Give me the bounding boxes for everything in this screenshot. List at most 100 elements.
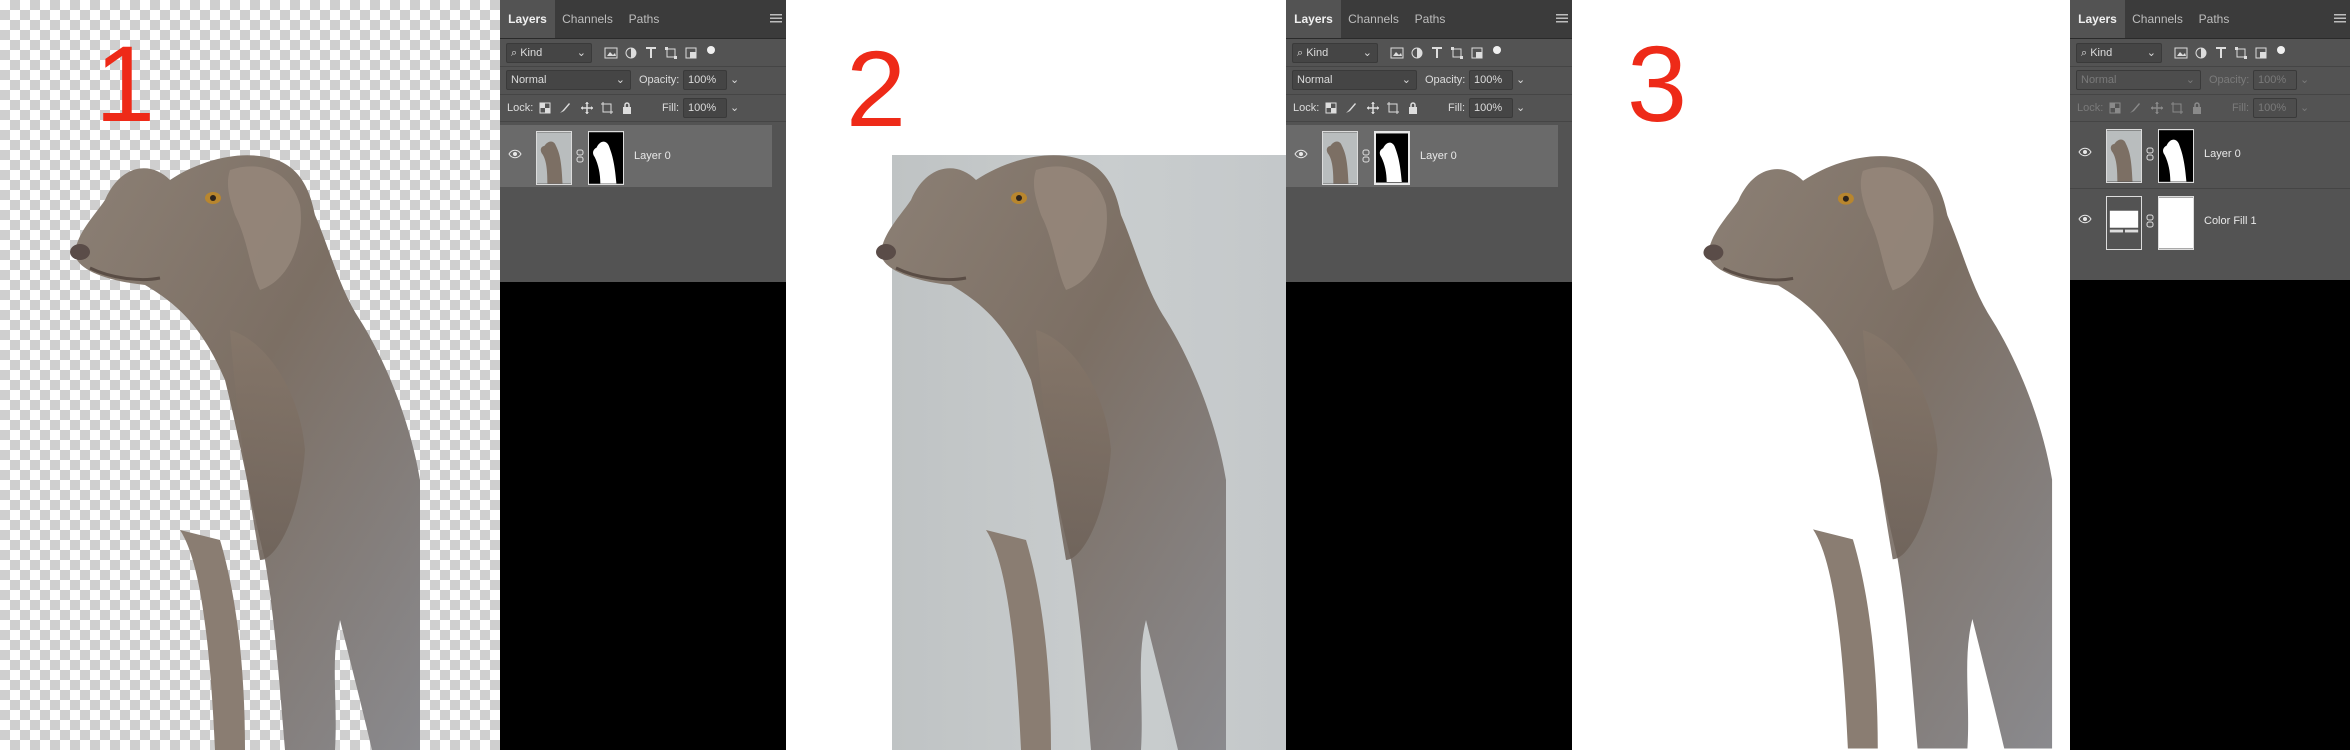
blend-mode-select[interactable]: Normal ⌄: [506, 70, 631, 90]
layer-row[interactable]: Layer 0: [500, 125, 772, 187]
layer-name[interactable]: Layer 0: [2204, 123, 2241, 185]
fill-dropdown-icon[interactable]: ⌄: [730, 96, 739, 120]
lock-artboard-icon[interactable]: [1386, 101, 1400, 115]
lock-all-icon[interactable]: [620, 101, 634, 115]
divider: [500, 121, 786, 122]
shape-filter-icon[interactable]: [2234, 46, 2248, 60]
fill-dropdown-icon[interactable]: ⌄: [2300, 96, 2309, 120]
opacity-dropdown-icon[interactable]: ⌄: [730, 68, 739, 92]
lock-artboard-icon[interactable]: [600, 101, 614, 115]
tab-channels[interactable]: Channels: [555, 0, 620, 38]
tab-layers[interactable]: Layers: [1286, 0, 1341, 38]
lock-position-move-icon[interactable]: [1366, 101, 1380, 115]
opacity-input[interactable]: 100%: [683, 70, 727, 90]
layer-name[interactable]: Layer 0: [634, 125, 671, 187]
lock-all-icon[interactable]: [1406, 101, 1420, 115]
mask-link-chain-icon[interactable]: [2146, 147, 2154, 161]
filter-toggle-icon[interactable]: [2274, 43, 2288, 57]
mask-link-chain-icon[interactable]: [576, 149, 584, 163]
lock-transparency-icon[interactable]: [538, 101, 552, 115]
visibility-eye-icon[interactable]: [2078, 147, 2092, 157]
fill-value: 100%: [1474, 102, 1503, 114]
fill-input[interactable]: 100%: [1469, 98, 1513, 118]
shape-filter-icon[interactable]: [664, 46, 678, 60]
layers-panel: Layers Channels Paths ⌕ Kind ⌄ Normal ⌄ Op…: [500, 0, 786, 282]
layer-row[interactable]: Layer 0: [1286, 125, 1558, 187]
blend-row: Normal ⌄ Opacity: 100% ⌄: [2070, 68, 2350, 92]
dog-cutout-on-white-image: [1701, 154, 2054, 750]
lock-position-move-icon[interactable]: [2150, 101, 2164, 115]
smart-object-filter-icon[interactable]: [2254, 46, 2268, 60]
image-filter-icon[interactable]: [2174, 46, 2188, 60]
lock-position-move-icon[interactable]: [580, 101, 594, 115]
fill-input[interactable]: 100%: [683, 98, 727, 118]
adjustment-filter-icon[interactable]: [1410, 46, 1424, 60]
tab-layers[interactable]: Layers: [500, 0, 555, 38]
filter-kind-label: Kind: [2090, 47, 2113, 59]
filter-kind-select[interactable]: ⌕ Kind ⌄: [1292, 43, 1378, 63]
fill-layer-mask-thumbnail[interactable]: [2158, 196, 2194, 250]
canvas-white: 3: [1572, 0, 2070, 750]
fill-input[interactable]: 100%: [2253, 98, 2297, 118]
smart-object-filter-icon[interactable]: [684, 46, 698, 60]
visibility-eye-icon[interactable]: [2078, 214, 2092, 224]
opacity-dropdown-icon[interactable]: ⌄: [2300, 68, 2309, 92]
layer-thumbnail: [536, 131, 572, 185]
lock-pixels-brush-icon[interactable]: [1344, 101, 1358, 115]
lock-transparency-icon[interactable]: [1324, 101, 1338, 115]
opacity-dropdown-icon[interactable]: ⌄: [1516, 68, 1525, 92]
panel-menu-icon[interactable]: [2334, 13, 2346, 23]
type-filter-icon[interactable]: [1430, 46, 1444, 60]
step-1-section: 1 Layers Channels Paths ⌕ Kind ⌄ Normal ⌄ …: [0, 0, 786, 750]
tab-channels[interactable]: Channels: [1341, 0, 1406, 38]
type-filter-icon[interactable]: [2214, 46, 2228, 60]
panel-menu-icon[interactable]: [1556, 13, 1568, 23]
adjustment-filter-icon[interactable]: [624, 46, 638, 60]
smart-object-filter-icon[interactable]: [1470, 46, 1484, 60]
image-filter-icon[interactable]: [1390, 46, 1404, 60]
fill-layer-adjustment-icon[interactable]: [2106, 196, 2142, 250]
blend-mode-select[interactable]: Normal ⌄: [2076, 70, 2201, 90]
fill-label: Fill:: [662, 102, 680, 114]
blend-mode-select[interactable]: Normal ⌄: [1292, 70, 1417, 90]
visibility-eye-icon[interactable]: [1294, 149, 1308, 159]
lock-transparency-icon[interactable]: [2108, 101, 2122, 115]
filter-kind-select[interactable]: ⌕ Kind ⌄: [2076, 43, 2162, 63]
mask-link-chain-icon[interactable]: [1362, 149, 1370, 163]
layer-mask-thumbnail[interactable]: [588, 131, 624, 185]
panel-menu-icon[interactable]: [770, 13, 782, 23]
filter-kind-select[interactable]: ⌕ Kind ⌄: [506, 43, 592, 63]
opacity-input[interactable]: 100%: [2253, 70, 2297, 90]
shape-filter-icon[interactable]: [1450, 46, 1464, 60]
tab-channels[interactable]: Channels: [2125, 0, 2190, 38]
image-filter-icon[interactable]: [604, 46, 618, 60]
visibility-eye-icon[interactable]: [508, 149, 522, 159]
fill-dropdown-icon[interactable]: ⌄: [1516, 96, 1525, 120]
opacity-input[interactable]: 100%: [1469, 70, 1513, 90]
fill-value: 100%: [688, 102, 717, 114]
filter-toggle-icon[interactable]: [1490, 43, 1504, 57]
tab-paths[interactable]: Paths: [1406, 0, 1454, 38]
panel-tabs: Layers Channels Paths: [2070, 0, 2350, 39]
tab-paths[interactable]: Paths: [620, 0, 668, 38]
adjustment-filter-icon[interactable]: [2194, 46, 2208, 60]
filter-toggle-icon[interactable]: [704, 43, 718, 57]
layer-mask-thumbnail[interactable]: [1374, 131, 1410, 185]
lock-label: Lock:: [2077, 102, 2104, 114]
lock-pixels-brush-icon[interactable]: [558, 101, 572, 115]
layer-thumbnail: [2106, 129, 2142, 183]
layer-row[interactable]: Layer 0: [2070, 123, 2350, 185]
tab-layers[interactable]: Layers: [2070, 0, 2125, 38]
layer-row[interactable]: Color Fill 1: [2070, 190, 2350, 252]
lock-pixels-brush-icon[interactable]: [2128, 101, 2142, 115]
filter-kind-label: Kind: [520, 47, 543, 59]
mask-link-chain-icon[interactable]: [2146, 214, 2154, 228]
layer-mask-thumbnail[interactable]: [2158, 129, 2194, 183]
opacity-label: Opacity:: [1425, 74, 1466, 86]
layer-name[interactable]: Color Fill 1: [2204, 190, 2257, 252]
type-filter-icon[interactable]: [644, 46, 658, 60]
lock-artboard-icon[interactable]: [2170, 101, 2184, 115]
tab-paths[interactable]: Paths: [2190, 0, 2238, 38]
layer-name[interactable]: Layer 0: [1420, 125, 1457, 187]
lock-all-icon[interactable]: [2190, 101, 2204, 115]
